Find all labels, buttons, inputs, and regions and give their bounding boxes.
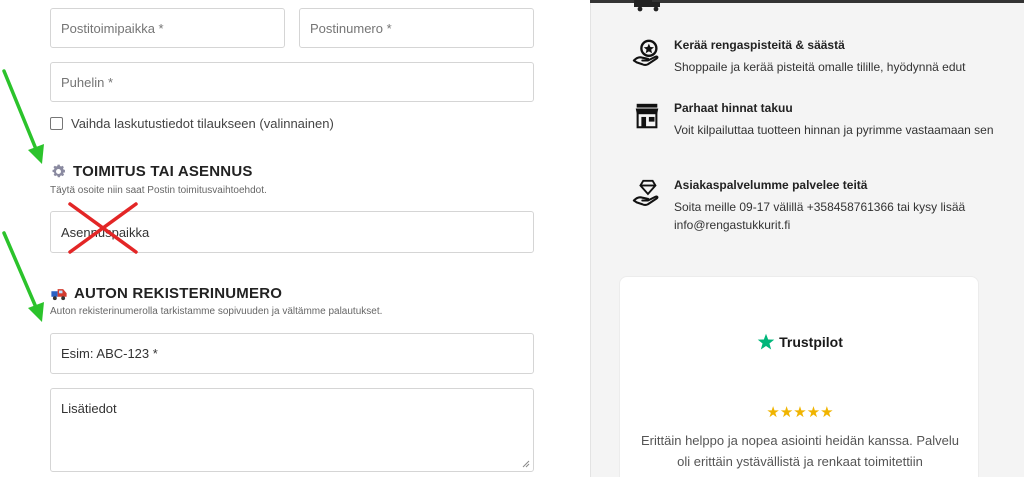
hand-diamond-icon <box>632 179 659 206</box>
trustpilot-brand-text: Trustpilot <box>779 334 843 350</box>
review-stars: ★★★★★ <box>766 404 834 421</box>
annotation-arrow-plate <box>2 231 44 322</box>
feature-price-title: Parhaat hinnat takuu <box>674 101 793 115</box>
resize-handle-icon[interactable] <box>522 460 530 468</box>
gear-icon <box>52 164 66 178</box>
delivery-section-description: Täytä osoite niin saat Postin toimitusva… <box>50 185 267 196</box>
shop-icon <box>635 103 659 129</box>
billing-checkbox[interactable] <box>50 117 63 130</box>
delivery-section-title: TOIMITUS TAI ASENNUS <box>50 163 253 180</box>
annotation-cross <box>68 202 138 254</box>
plate-section-title: AUTON REKISTERINUMERO <box>50 285 282 302</box>
hand-star-icon <box>632 39 659 66</box>
postcode-input[interactable] <box>299 8 534 48</box>
notes-textarea[interactable]: Lisätiedot <box>50 388 534 472</box>
feature-support-title: Asiakaspalvelumme palvelee teitä <box>674 178 868 192</box>
car-icon <box>51 288 67 300</box>
sidebar-feature-price: Parhaat hinnat takuu Voit kilpailuttaa t… <box>632 101 994 139</box>
notes-placeholder: Lisätiedot <box>61 401 117 416</box>
city-input[interactable] <box>50 8 285 48</box>
review-text: Erittäin helppo ja nopea asiointi heidän… <box>641 433 959 469</box>
plate-title-text: AUTON REKISTERINUMERO <box>74 285 283 302</box>
annotation-arrow-delivery <box>2 69 44 164</box>
sidebar-feature-points: Kerää rengaspisteitä & säästä Shoppaile … <box>632 38 994 76</box>
plate-number-placeholder: Esim: ABC-123 * <box>61 346 158 361</box>
trustpilot-star-icon <box>757 333 775 350</box>
checkout-page: Vaihda laskutustiedot tilaukseen (valinn… <box>0 0 1024 477</box>
phone-input[interactable] <box>50 62 534 102</box>
trustpilot-review-card: Trustpilot ★★★★★ Erittäin helppo ja nope… <box>619 276 979 477</box>
delivery-title-text: TOIMITUS TAI ASENNUS <box>73 163 253 180</box>
sidebar-feature-support: Asiakaspalvelumme palvelee teitä Soita m… <box>632 178 994 234</box>
feature-support-description: Soita meille 09-17 välillä +358458761366… <box>674 200 966 232</box>
checkout-form: Vaihda laskutustiedot tilaukseen (valinn… <box>0 0 590 477</box>
plate-number-input[interactable]: Esim: ABC-123 * <box>50 333 534 374</box>
billing-checkbox-row[interactable]: Vaihda laskutustiedot tilaukseen (valinn… <box>50 116 334 131</box>
feature-points-title: Kerää rengaspisteitä & säästä <box>674 38 845 52</box>
feature-price-description: Voit kilpailuttaa tuotteen hinnan ja pyr… <box>674 123 994 137</box>
trustpilot-logo[interactable]: Trustpilot <box>620 333 980 351</box>
truck-icon <box>634 0 660 12</box>
billing-checkbox-label[interactable]: Vaihda laskutustiedot tilaukseen (valinn… <box>71 116 334 131</box>
plate-section-description: Auton rekisterinumerolla tarkistamme sop… <box>50 306 383 317</box>
feature-points-description: Shoppaile ja kerää pisteitä omalle tilil… <box>674 60 966 74</box>
